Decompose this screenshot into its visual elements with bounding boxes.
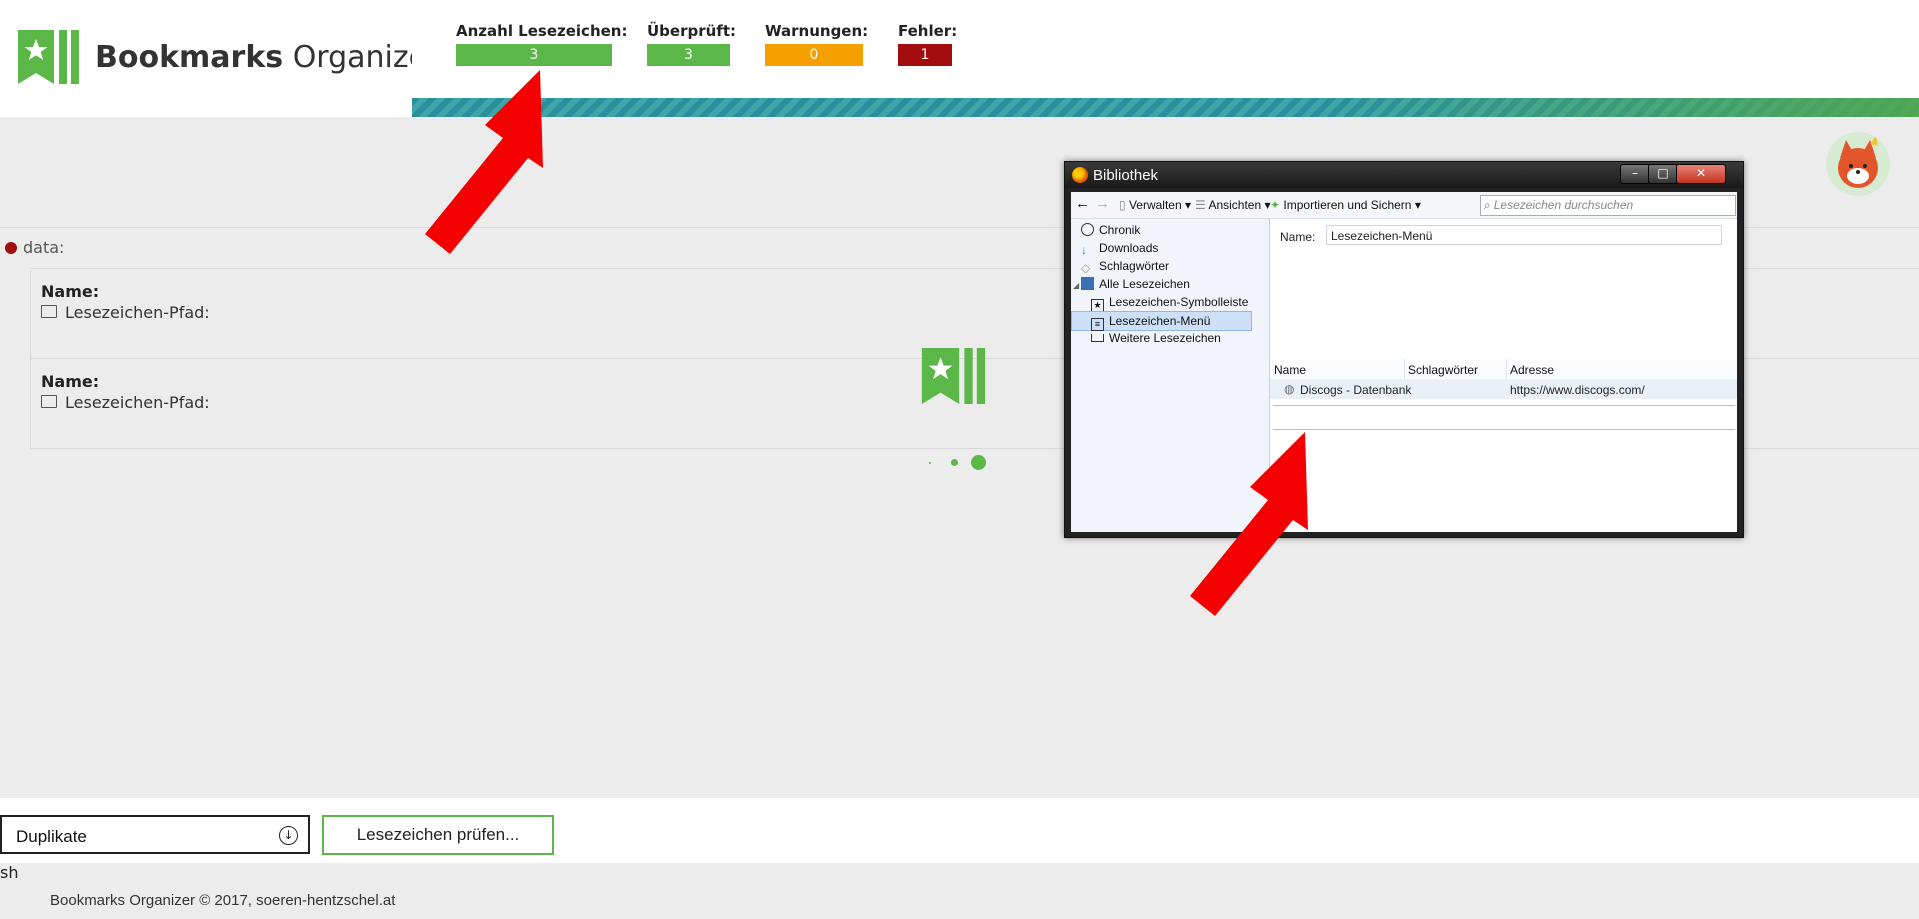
sidebar-item-other-bookmarks[interactable]: Weitere Lesezeichen [1091,329,1221,347]
stat-label: Anzahl Lesezeichen: [456,22,628,40]
table-row[interactable]: ◍ Discogs - Datenbank https://www.discog… [1270,379,1737,399]
author-logo[interactable]: sh [0,863,1919,919]
app-title: Bookmarks Organizer [95,40,440,75]
stat-bookmark-count: Anzahl Lesezeichen: 3 [456,22,627,66]
sidebar-item-tags[interactable]: ◇ Schlagwörter [1081,257,1169,275]
minimize-button[interactable]: – [1620,164,1650,184]
name-label: Name: [41,282,100,301]
red-arrow-icon [1190,432,1308,616]
sidebar-item-downloads[interactable]: ↓ Downloads [1081,239,1158,257]
header-stripe [412,98,1919,117]
chevron-down-icon: ↓ [279,826,298,845]
window-body: ← → ▯ Verwalten ▾ ☰ Ansichten ▾ ✦ Import… [1071,192,1737,532]
column-headers: Name Schlagwörter Adresse [1270,359,1737,380]
logo-area: Bookmarks Organizer [0,0,412,117]
stat-warnings: Warnungen: 0 [765,22,868,66]
library-window[interactable]: Bibliothek – □ ✕ ← → ▯ Verwalten ▾ ☰ Ans… [1064,161,1744,538]
import-menu[interactable]: ✦ Importieren und Sichern ▾ [1270,198,1421,212]
stat-value: 0 [765,44,863,66]
group-header: data: [5,238,64,257]
divider [1273,405,1735,406]
path-label: Lesezeichen-Pfad: [41,303,210,322]
stat-errors: Fehler: 1 [898,22,957,66]
import-icon: ✦ [1270,198,1281,212]
globe-icon: ◍ [1284,382,1295,396]
stat-value: 3 [647,44,730,66]
fox-icon [1838,136,1878,188]
divider [1273,429,1735,430]
filter-select[interactable]: Duplikate ↓ [0,815,310,854]
stat-checked: Überprüft: 3 [647,22,736,66]
folder-icon [41,305,57,318]
views-icon: ☰ [1195,198,1206,212]
stat-value: 1 [898,44,952,66]
bookmark-star-icon [18,30,79,84]
window-title: Bibliothek [1093,167,1159,184]
views-menu[interactable]: ☰ Ansichten ▾ [1195,198,1271,212]
window-titlebar[interactable]: Bibliothek – □ ✕ [1065,162,1743,188]
check-bookmarks-button[interactable]: Lesezeichen prüfen... [322,815,554,855]
organize-icon: ▯ [1119,198,1126,212]
name-label: Name: [41,372,100,391]
sidebar-item-history[interactable]: Chronik [1081,221,1140,239]
download-icon: ↓ [1081,243,1087,257]
select-value: Duplikate [16,827,87,846]
group-label: data: [23,238,65,257]
error-dot-icon [5,242,17,254]
red-arrow-icon [425,70,543,254]
name-field-label: Name: [1280,230,1316,244]
firefox-icon [1072,167,1088,183]
path-label: Lesezeichen-Pfad: [41,393,210,412]
name-field[interactable]: Lesezeichen-Menü [1326,225,1722,245]
row-address: https://www.discogs.com/ [1510,383,1645,397]
loading-logo-icon [921,348,986,404]
close-button[interactable]: ✕ [1676,164,1726,184]
forward-icon[interactable]: → [1095,195,1110,212]
stat-label: Fehler: [898,22,958,40]
column-address[interactable]: Adresse [1510,363,1554,377]
back-icon[interactable]: ← [1075,195,1090,212]
folder-icon [41,395,57,408]
column-name[interactable]: Name [1274,363,1306,377]
sidebar-item-bookmarks-toolbar[interactable]: ★ Lesezeichen-Symbolleiste [1091,293,1248,312]
maximize-button[interactable]: □ [1648,164,1678,184]
column-tags[interactable]: Schlagwörter [1408,363,1478,377]
organize-menu[interactable]: ▯ Verwalten ▾ [1119,198,1191,212]
stat-label: Überprüft: [647,22,736,40]
clock-icon [1081,223,1094,236]
tag-icon: ◇ [1081,261,1091,275]
library-detail-pane: Name: Lesezeichen-Menü Name Schlagwörter… [1270,219,1737,532]
row-name: Discogs - Datenbank [1300,383,1412,397]
sidebar-item-bookmarks-menu[interactable]: ≡ Lesezeichen-Menü [1071,311,1252,331]
footer-text: Bookmarks Organizer © 2017, soeren-hentz… [50,892,396,909]
sidebar-item-all-bookmarks[interactable]: ◢ Alle Lesezeichen [1073,275,1190,293]
search-icon: ⌕ [1484,198,1491,212]
stat-label: Warnungen: [765,22,869,40]
library-search-input[interactable]: ⌕ Lesezeichen durchsuchen [1480,195,1736,216]
stat-value: 3 [456,44,612,66]
tray-icon [1091,334,1104,342]
library-toolbar: ← → ▯ Verwalten ▾ ☰ Ansichten ▾ ✦ Import… [1071,192,1737,219]
avatar[interactable] [1826,132,1890,196]
bookmarks-icon [1081,277,1095,290]
